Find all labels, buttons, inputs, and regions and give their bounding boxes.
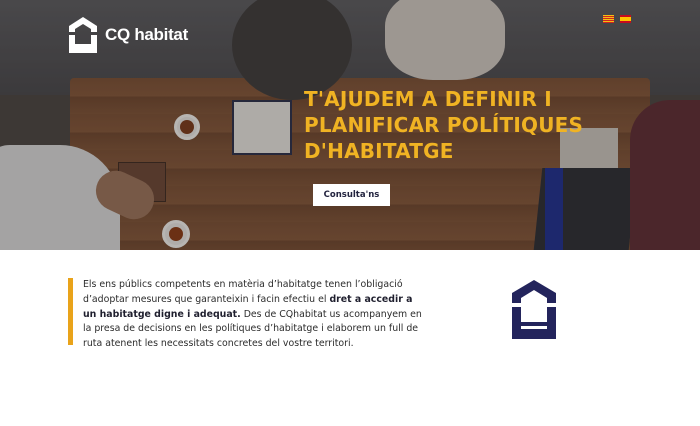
- hero-title: T'AJUDEM A DEFINIR I PLANIFICAR POLÍTIQU…: [304, 86, 644, 164]
- hero-title-line-3: D'HABITATGE: [304, 139, 454, 163]
- brand-name: CQ habitat: [105, 25, 188, 44]
- house-emblem-icon: [512, 280, 556, 339]
- contact-us-button[interactable]: Consulta'ns: [313, 184, 390, 206]
- hero-banner: CQ habitat T'AJUDEM A DEFINIR I PLANIFIC…: [0, 0, 700, 250]
- accent-bar: [68, 278, 73, 345]
- spanish-flag-icon[interactable]: [620, 15, 631, 23]
- hero-title-line-1: T'AJUDEM A DEFINIR I: [304, 87, 552, 111]
- house-logo-icon: [69, 17, 97, 53]
- catalan-flag-icon[interactable]: [603, 15, 614, 23]
- language-switcher: [603, 15, 631, 23]
- site-logo[interactable]: CQ habitat: [68, 16, 188, 54]
- intro-section: Els ens públics competents en matèria d’…: [68, 278, 428, 352]
- intro-paragraph: Els ens públics competents en matèria d’…: [83, 278, 428, 352]
- hero-title-line-2: PLANIFICAR POLÍTIQUES: [304, 113, 584, 137]
